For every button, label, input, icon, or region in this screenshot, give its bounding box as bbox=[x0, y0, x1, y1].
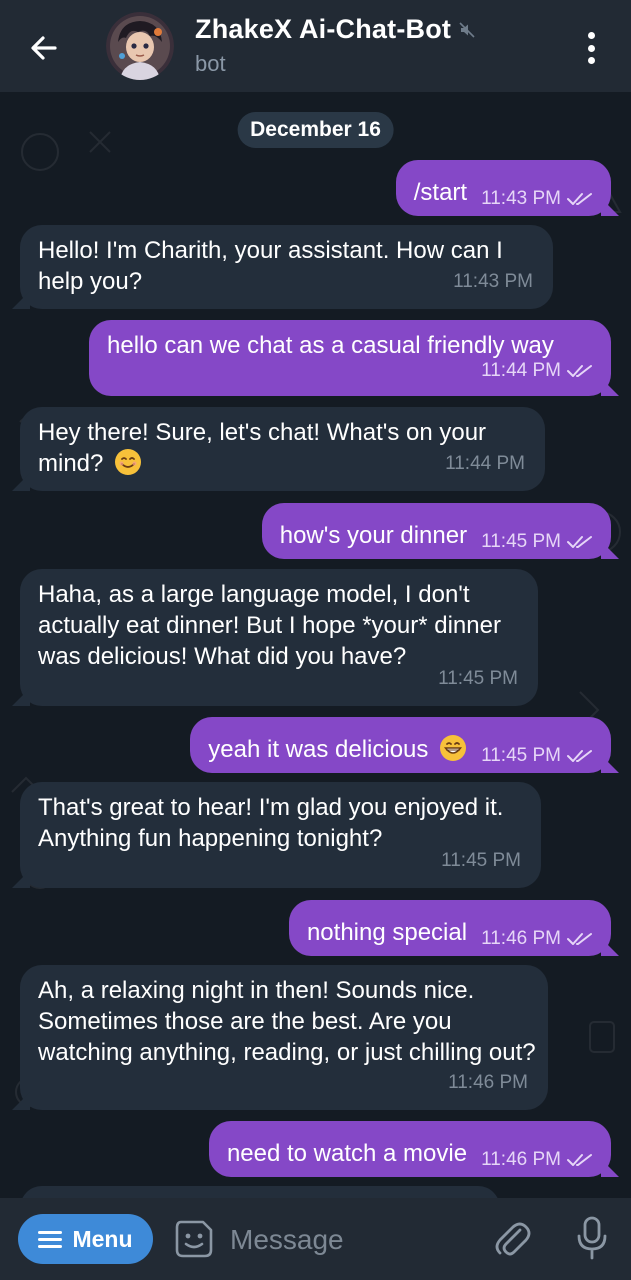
bot-menu-label: Menu bbox=[72, 1225, 133, 1252]
sticker-icon[interactable] bbox=[173, 1218, 215, 1260]
message-time: 11:46 PM bbox=[481, 1149, 561, 1170]
incoming-message[interactable]: Hey there! Sure, let's chat! What's on y… bbox=[20, 407, 545, 491]
outgoing-message[interactable]: yeah it was delicious 11:45 PM bbox=[190, 717, 611, 773]
avatar[interactable] bbox=[106, 12, 174, 80]
incoming-message[interactable]: Haha, as a large language model, I don't… bbox=[20, 569, 538, 706]
chat-title: ZhakeX Ai-Chat-Bot bbox=[195, 14, 475, 45]
message-text: /start bbox=[413, 179, 468, 206]
message-meta: 11:46 PM bbox=[448, 1067, 528, 1098]
message-time: 11:45 PM bbox=[481, 531, 561, 552]
message-text: how's your dinner bbox=[279, 522, 468, 549]
outgoing-message[interactable]: need to watch a movie 11:46 PM bbox=[208, 1121, 611, 1177]
muted-speaker-icon bbox=[459, 21, 475, 38]
arrow-left-icon bbox=[31, 36, 57, 60]
incoming-message-partial[interactable] bbox=[20, 1186, 500, 1198]
message-text-content: yeah it was delicious bbox=[208, 736, 429, 763]
outgoing-message[interactable]: how's your dinner 11:45 PM bbox=[261, 503, 611, 559]
message-time: 11:44 PM bbox=[481, 360, 561, 381]
message-time: 11:43 PM bbox=[453, 271, 533, 292]
message-list[interactable]: December 16 /start 11:43 PM Hello! I'm C… bbox=[0, 92, 631, 1198]
message-time: 11:45 PM bbox=[481, 745, 561, 766]
message-time: 11:43 PM bbox=[481, 188, 561, 209]
message-text: nothing special bbox=[306, 919, 468, 946]
smiling-face-emoji-icon bbox=[114, 448, 142, 476]
chat-subtitle: bot bbox=[195, 51, 226, 76]
outgoing-message[interactable]: /start 11:43 PM bbox=[395, 160, 611, 216]
double-check-icon bbox=[567, 191, 593, 207]
grinning-face-emoji-icon bbox=[439, 734, 467, 762]
bot-menu-button[interactable]: Menu bbox=[18, 1214, 153, 1264]
message-text: need to watch a movie bbox=[226, 1140, 468, 1167]
message-time: 11:46 PM bbox=[448, 1072, 528, 1093]
message-time: 11:45 PM bbox=[441, 850, 521, 871]
message-text: Haha, as a large language model, I don't… bbox=[38, 581, 501, 670]
message-time: 11:46 PM bbox=[481, 928, 561, 949]
double-check-icon bbox=[567, 363, 593, 379]
chat-header: ZhakeX Ai-Chat-Bot bot bbox=[0, 0, 631, 92]
microphone-icon[interactable] bbox=[572, 1214, 612, 1262]
outgoing-message[interactable]: hello can we chat as a casual friendly w… bbox=[89, 320, 611, 396]
message-meta: 11:45 PM bbox=[438, 663, 518, 694]
double-check-icon bbox=[567, 931, 593, 947]
composer-bar: Menu bbox=[0, 1198, 631, 1280]
message-meta: 11:45 PM bbox=[481, 526, 593, 557]
message-meta: 11:44 PM bbox=[481, 355, 593, 386]
message-text: Ah, a relaxing night in then! Sounds nic… bbox=[38, 977, 536, 1066]
incoming-message[interactable]: Ah, a relaxing night in then! Sounds nic… bbox=[20, 965, 548, 1110]
message-meta: 11:46 PM bbox=[481, 1144, 593, 1175]
message-text-content: Hey there! Sure, let's chat! What's on y… bbox=[38, 419, 487, 477]
outgoing-message[interactable]: nothing special 11:46 PM bbox=[288, 900, 611, 956]
kebab-menu-icon[interactable] bbox=[573, 28, 609, 68]
incoming-message[interactable]: That's great to hear! I'm glad you enjoy… bbox=[20, 782, 541, 888]
message-meta: 11:43 PM bbox=[481, 183, 593, 214]
chat-title-block[interactable]: ZhakeX Ai-Chat-Bot bot bbox=[195, 14, 475, 77]
message-meta: 11:43 PM bbox=[453, 266, 533, 297]
message-meta: 11:46 PM bbox=[481, 923, 593, 954]
message-meta: 11:45 PM bbox=[441, 845, 521, 876]
date-separator: December 16 bbox=[237, 112, 394, 148]
message-text: yeah it was delicious bbox=[208, 734, 467, 765]
double-check-icon bbox=[567, 748, 593, 764]
back-button[interactable] bbox=[22, 26, 66, 70]
message-input[interactable] bbox=[230, 1218, 470, 1262]
chat-title-text: ZhakeX Ai-Chat-Bot bbox=[195, 14, 452, 44]
paperclip-icon[interactable] bbox=[492, 1216, 532, 1260]
incoming-message[interactable]: Hello! I'm Charith, your assistant. How … bbox=[20, 225, 553, 309]
message-time: 11:44 PM bbox=[445, 453, 525, 474]
message-time: 11:45 PM bbox=[438, 668, 518, 689]
message-meta: 11:45 PM bbox=[481, 740, 593, 771]
double-check-icon bbox=[567, 1152, 593, 1168]
message-meta: 11:44 PM bbox=[445, 448, 525, 479]
hamburger-icon bbox=[38, 1230, 63, 1248]
double-check-icon bbox=[567, 534, 593, 550]
